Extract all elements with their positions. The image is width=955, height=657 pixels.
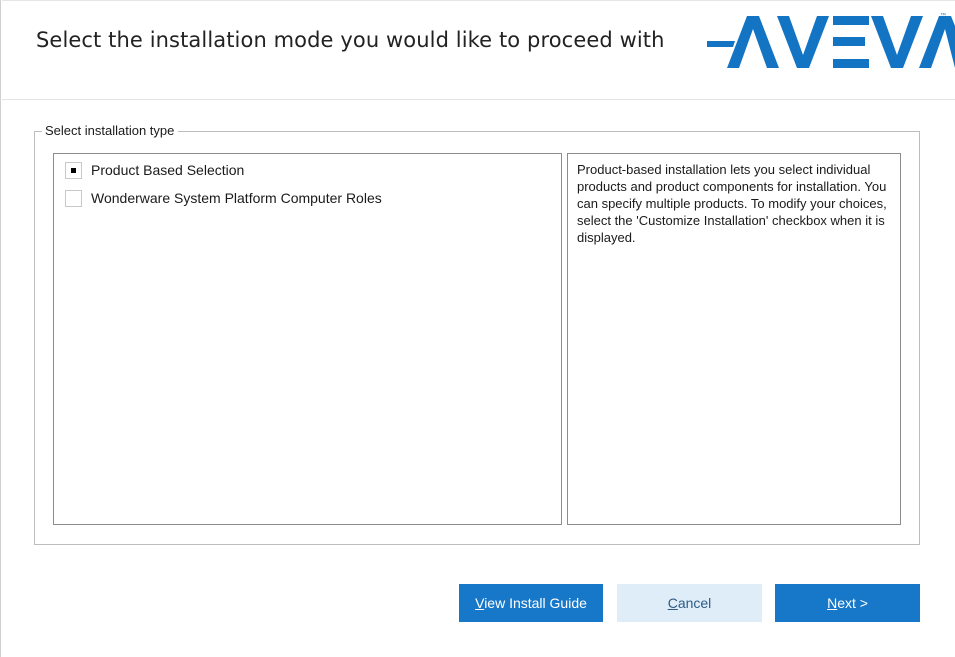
cancel-button[interactable]: Cancel <box>617 584 762 622</box>
description-panel: Product-based installation lets you sele… <box>567 153 901 525</box>
list-item-product-based[interactable]: Product Based Selection <box>65 160 244 180</box>
button-label: iew Install Guide <box>484 595 587 611</box>
button-label: ancel <box>677 595 712 611</box>
list-item-label: Product Based Selection <box>91 162 245 178</box>
next-button[interactable]: Next > <box>775 584 920 622</box>
product-based-checkbox[interactable] <box>65 161 82 179</box>
description-text: Product-based installation lets you sele… <box>577 162 887 245</box>
mnemonic: N <box>827 595 838 611</box>
installation-type-legend: Select installation type <box>45 123 175 138</box>
aveva-logo <box>707 11 955 73</box>
page-title: Select the installation mode you would l… <box>36 28 665 52</box>
aveva-logo-graphic <box>707 16 955 68</box>
installer-window: Select the installation mode you would l… <box>0 0 955 657</box>
mnemonic: C <box>667 595 678 611</box>
button-label: ext > <box>837 595 868 611</box>
list-item-computer-roles[interactable]: Wonderware System Platform Computer Role… <box>65 188 382 208</box>
list-item-label: Wonderware System Platform Computer Role… <box>91 190 382 206</box>
installation-type-list[interactable]: Product Based Selection Wonderware Syste… <box>53 153 562 525</box>
header-banner: Select the installation mode you would l… <box>2 0 955 100</box>
mnemonic: V <box>475 595 485 611</box>
view-install-guide-button[interactable]: View Install Guide <box>459 584 603 622</box>
computer-roles-checkbox[interactable] <box>65 189 82 207</box>
trademark-symbol: ™ <box>940 13 946 19</box>
